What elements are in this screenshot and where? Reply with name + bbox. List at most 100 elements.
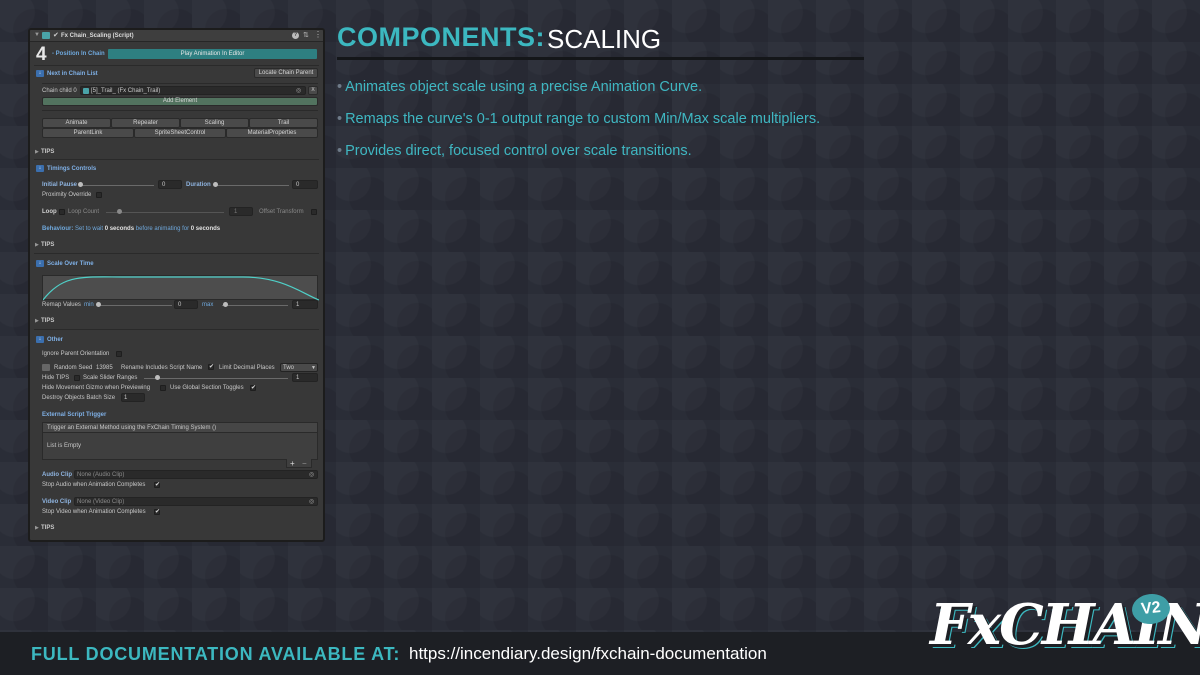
animation-curve-field[interactable] <box>42 275 319 301</box>
global-toggles-label: Use Global Section Toggles <box>170 385 244 391</box>
external-trigger-desc: Trigger an External Method using the FxC… <box>47 425 217 431</box>
remove-element-button[interactable]: X <box>308 86 318 95</box>
scale-slider-field[interactable]: 1 <box>292 373 318 382</box>
remap-max-label: max <box>202 302 214 308</box>
component-button-scaling[interactable]: Scaling <box>180 118 249 128</box>
random-seed-value[interactable]: 13985 <box>96 365 113 371</box>
component-button-repeater[interactable]: Repeater <box>111 118 180 128</box>
initial-pause-slider-knob[interactable] <box>78 182 83 187</box>
component-button-spritesheetcontrol[interactable]: SpriteSheetControl <box>134 128 226 138</box>
proximity-override-label: Proximity Override <box>42 192 92 198</box>
bullet-glyph: • <box>337 143 343 159</box>
fold-toggle-icon[interactable]: ↓ <box>36 165 44 172</box>
behaviour-animate-value: 0 seconds <box>190 226 221 232</box>
help-icon[interactable]: ? <box>292 31 299 39</box>
video-clip-field[interactable]: None (Video Clip) ◎ <box>74 497 318 506</box>
component-button-materialproperties[interactable]: MaterialProperties <box>226 128 318 138</box>
documentation-link[interactable]: https://incendiary.design/fxchain-docume… <box>409 644 767 664</box>
bullet-text: Remaps the curve's 0-1 output range to c… <box>345 111 821 127</box>
remap-min-value: 0 <box>178 302 182 308</box>
initial-pause-field[interactable]: 0 <box>158 180 182 189</box>
remap-min-slider-knob[interactable] <box>96 302 101 307</box>
loop-count-label: Loop Count <box>68 209 100 215</box>
destroy-batch-label: Destroy Objects Batch Size <box>42 395 116 401</box>
tips-fold-icon[interactable]: ▶ <box>35 318 39 324</box>
external-trigger-list: Trigger an External Method using the FxC… <box>42 422 318 460</box>
destroy-batch-field[interactable]: 1 <box>121 393 145 402</box>
offset-transform-checkbox[interactable] <box>311 209 317 215</box>
add-element-button[interactable]: Add Element <box>42 97 318 106</box>
object-picker-icon[interactable]: ◎ <box>309 498 314 505</box>
component-button-parentlink[interactable]: ParentLink <box>42 128 134 138</box>
play-animation-button[interactable]: Play Animation In Editor <box>108 49 317 59</box>
position-number: 4 <box>36 44 47 65</box>
remove-list-item-button[interactable]: − <box>302 459 307 468</box>
section-subheading: SCALING <box>547 24 662 54</box>
fold-toggle-icon[interactable]: ↓ <box>36 260 44 267</box>
behaviour-summary: Behaviour: Set to wait 0 seconds before … <box>42 226 220 232</box>
hide-tips-checkbox[interactable] <box>74 375 80 381</box>
fold-toggle-icon[interactable]: ↓ <box>36 336 44 343</box>
component-button-animate[interactable]: Animate <box>42 118 111 128</box>
behaviour-wait-value: 0 seconds <box>104 226 135 232</box>
duration-slider-knob[interactable] <box>213 182 218 187</box>
fold-triangle-icon[interactable]: ▼ <box>34 32 40 38</box>
duration-field[interactable]: 0 <box>292 180 318 189</box>
external-trigger-header: External Script Trigger <box>42 412 107 418</box>
tips-toggle[interactable]: TIPS <box>41 149 54 155</box>
bullet-text: Animates object scale using a precise An… <box>345 79 703 95</box>
divider <box>34 329 319 330</box>
tips-fold-icon[interactable]: ▶ <box>35 242 39 248</box>
object-picker-icon[interactable]: ◎ <box>296 87 301 94</box>
loop-count-slider-track <box>106 212 224 213</box>
animation-curve-line <box>43 276 319 301</box>
more-options-icon[interactable]: ⋮ <box>314 30 322 39</box>
scale-over-time-header: Scale Over Time <box>47 261 94 267</box>
loop-count-slider-knob[interactable] <box>117 209 122 214</box>
loop-label: Loop <box>42 209 57 215</box>
locate-chain-parent-button[interactable]: Locate Chain Parent <box>254 68 318 78</box>
divider <box>34 253 319 254</box>
video-clip-label: Video Clip <box>42 499 72 505</box>
initial-pause-label: Initial Pause <box>42 182 78 188</box>
object-picker-icon[interactable]: ◎ <box>309 471 314 478</box>
stop-video-checkbox[interactable]: ✔ <box>154 509 160 515</box>
remap-max-value: 1 <box>296 302 300 308</box>
scale-slider-knob[interactable] <box>155 375 160 380</box>
remap-max-field[interactable]: 1 <box>292 300 318 309</box>
divider <box>42 83 318 84</box>
remap-max-slider-track <box>222 305 288 306</box>
initial-pause-slider-track <box>80 185 154 186</box>
hide-tips-label: Hide TIPS <box>42 375 70 381</box>
add-list-item-button[interactable]: + <box>290 459 295 468</box>
tips-toggle[interactable]: TIPS <box>41 318 54 324</box>
initial-pause-value: 0 <box>162 182 166 188</box>
hide-gizmo-checkbox[interactable] <box>160 385 166 391</box>
inspector-panel: ▼ ✔ Fx Chain_Scaling (Script) ? ⇅ ⋮ 4 - … <box>28 28 325 542</box>
loop-count-field[interactable]: 1 <box>229 207 253 216</box>
ignore-parent-checkbox[interactable] <box>116 351 122 357</box>
stop-audio-checkbox[interactable]: ✔ <box>154 482 160 488</box>
tips-toggle[interactable]: TIPS <box>41 242 54 248</box>
scale-slider-ranges-label: Scale Slider Ranges <box>83 375 138 381</box>
dice-icon[interactable] <box>42 364 50 371</box>
tips-fold-icon[interactable]: ▶ <box>35 149 39 155</box>
loop-checkbox[interactable] <box>59 209 65 215</box>
proximity-override-checkbox[interactable] <box>96 192 102 198</box>
chain-child-field[interactable]: [5]_Trail_ (Fx Chain_Trail) ◎ <box>80 86 306 95</box>
remap-max-slider-knob[interactable] <box>223 302 228 307</box>
preset-icon[interactable]: ⇅ <box>303 31 309 39</box>
tips-toggle[interactable]: TIPS <box>41 525 54 531</box>
tips-fold-icon[interactable]: ▶ <box>35 525 39 531</box>
rename-checkbox[interactable]: ✔ <box>208 364 214 370</box>
fold-toggle-icon[interactable]: ↓ <box>36 70 44 77</box>
audio-clip-field[interactable]: None (Audio Clip) ◎ <box>74 470 318 479</box>
limit-decimal-dropdown[interactable]: Two ▼ <box>280 363 318 372</box>
remap-min-field[interactable]: 0 <box>174 300 198 309</box>
component-enabled-checkbox[interactable]: ✔ <box>53 31 59 39</box>
remap-min-slider-track <box>98 305 172 306</box>
global-toggles-checkbox[interactable]: ✔ <box>250 385 256 391</box>
other-header: Other <box>47 337 64 343</box>
component-button-trail[interactable]: Trail <box>249 118 318 128</box>
chain-child-label: Chain child 0 <box>42 88 77 94</box>
